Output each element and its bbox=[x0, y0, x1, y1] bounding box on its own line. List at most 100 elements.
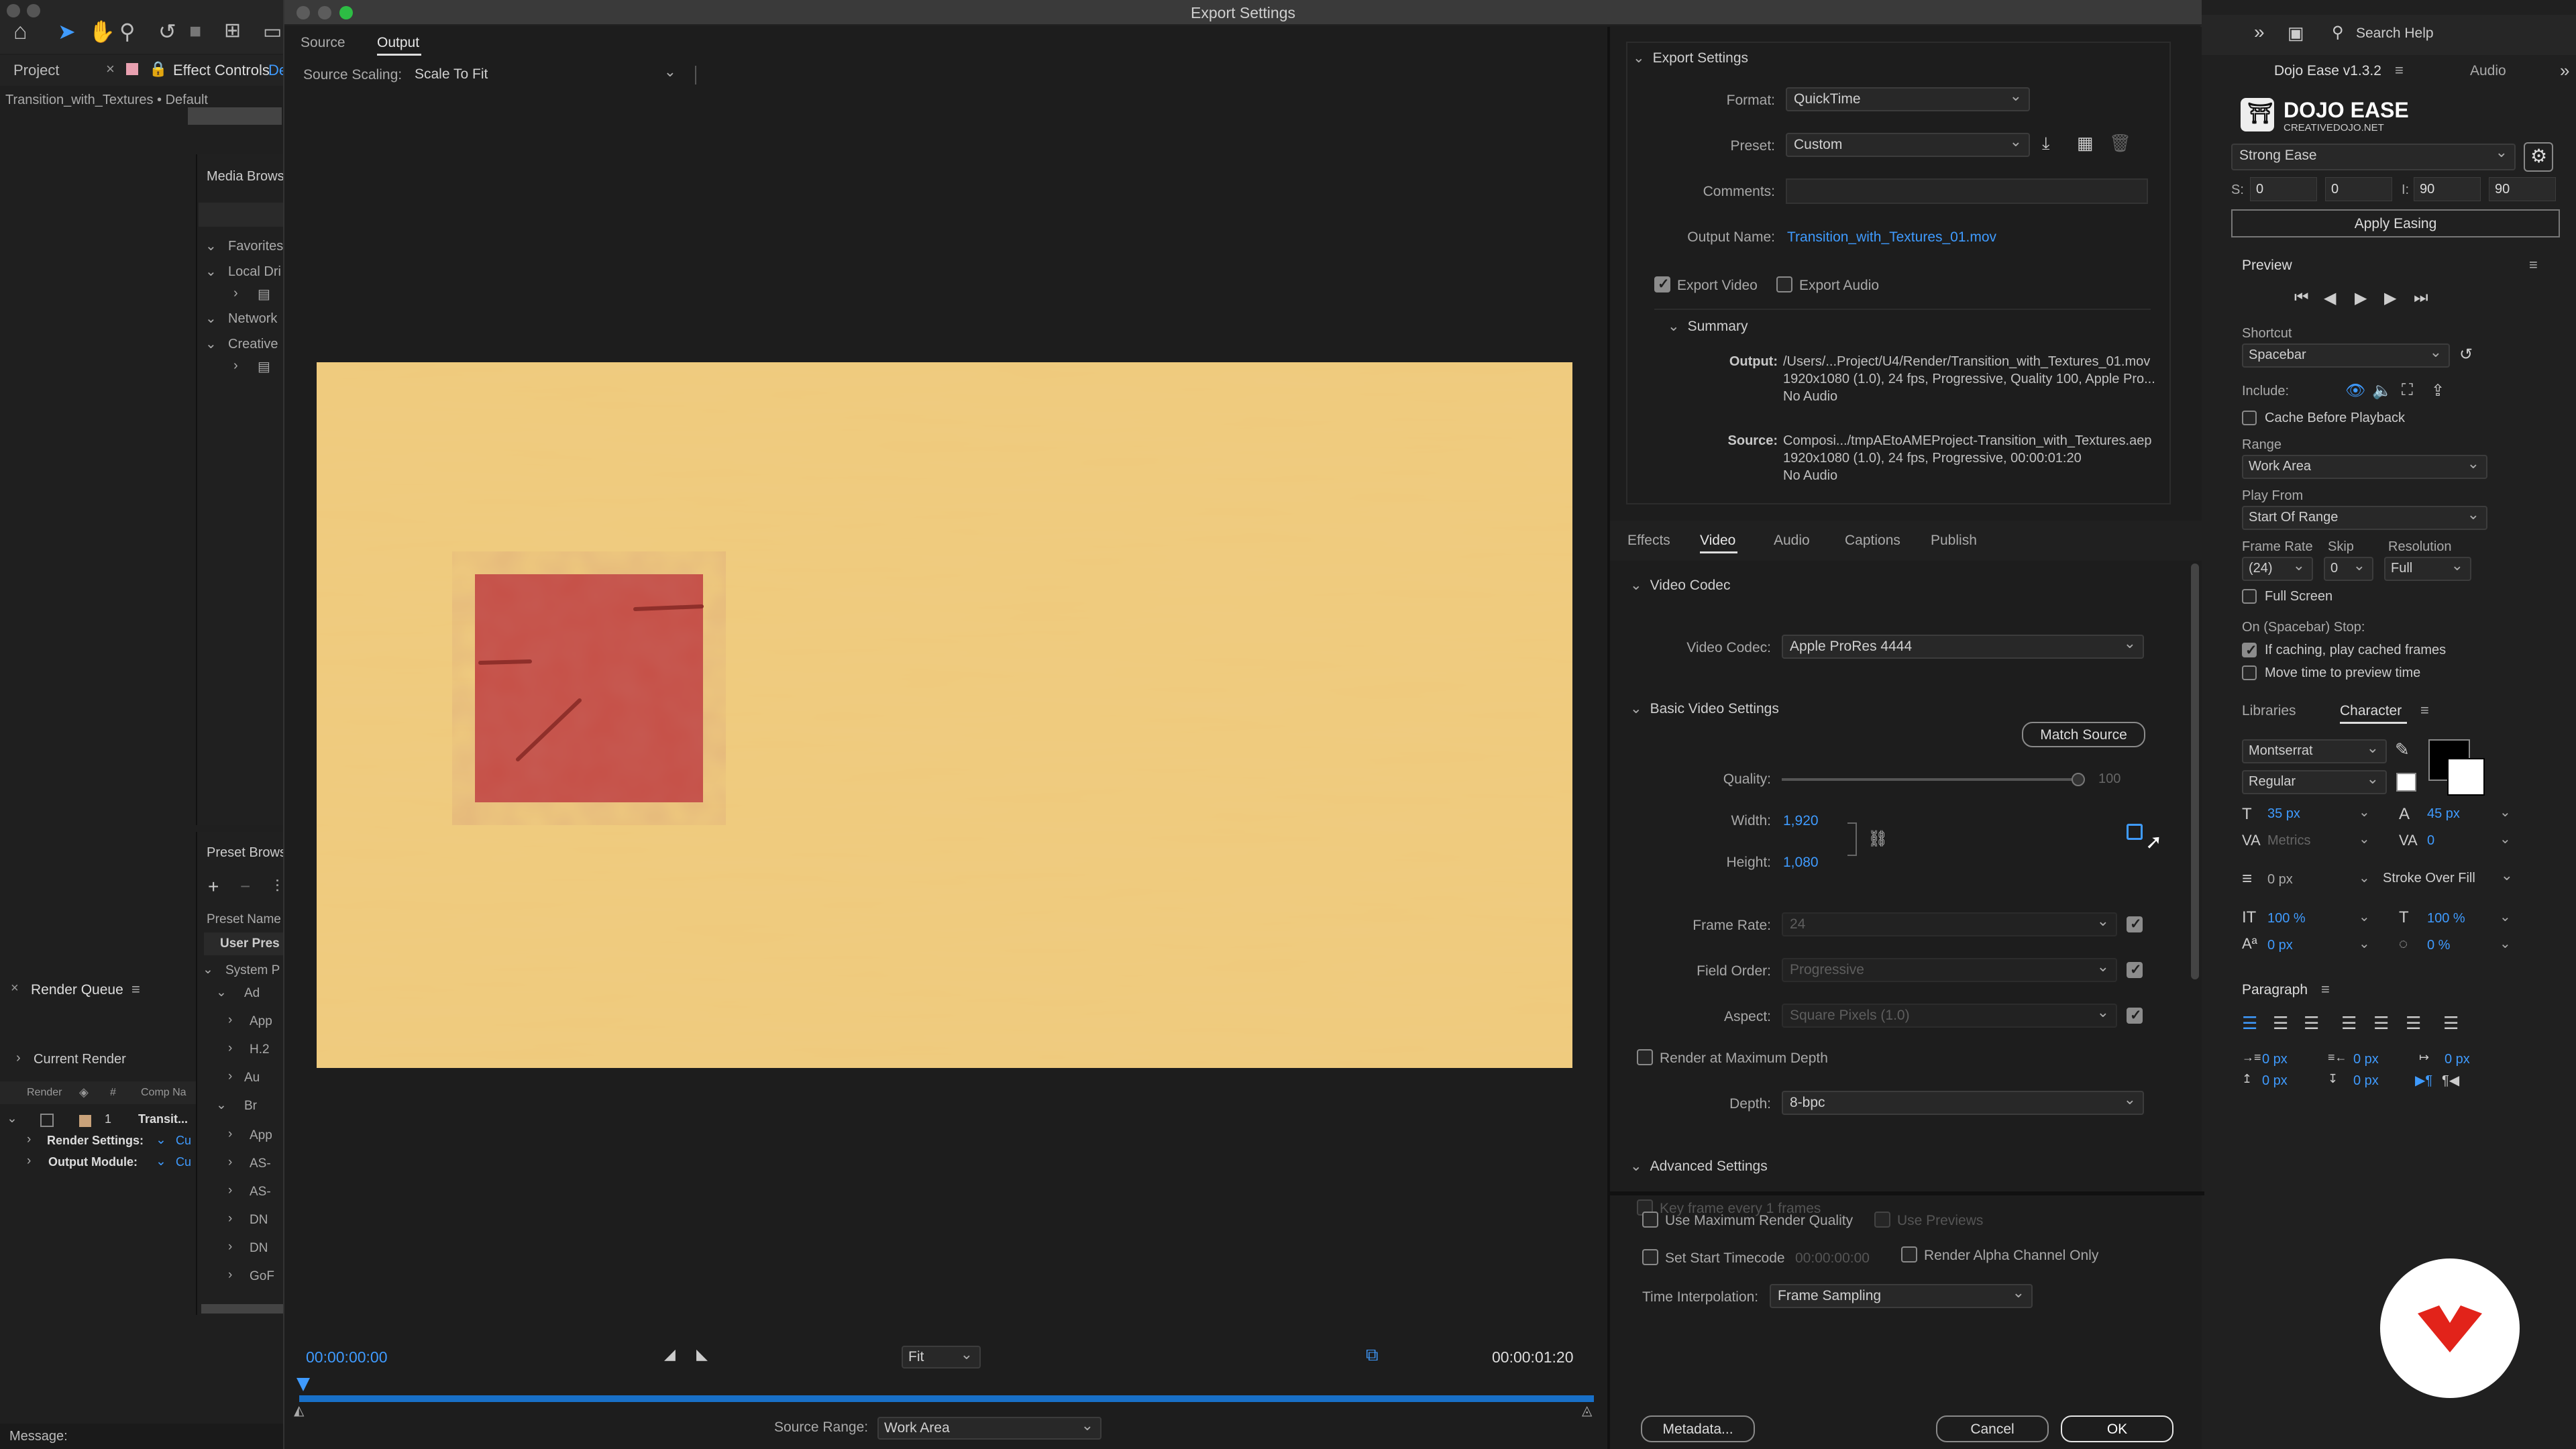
preset-row[interactable]: H.2 bbox=[250, 1042, 270, 1057]
match-source-button[interactable]: Match Source bbox=[2022, 722, 2145, 747]
media-browser-title[interactable]: Media Brows bbox=[207, 169, 284, 184]
favorites-item[interactable]: Favorites bbox=[228, 239, 283, 254]
system-presets-row[interactable]: System P bbox=[225, 963, 280, 978]
preset-row[interactable]: DN bbox=[250, 1213, 268, 1228]
chevron-down-icon[interactable]: ⌄ bbox=[205, 335, 217, 352]
dojo-ease-tab[interactable]: Dojo Ease v1.3.2 bbox=[2274, 63, 2381, 79]
chevron-down-icon[interactable]: ⌄ bbox=[156, 1154, 166, 1169]
preset-row[interactable]: App bbox=[250, 1014, 272, 1029]
chevron-down-icon[interactable]: ⌄ bbox=[216, 985, 227, 1000]
range-dropdown[interactable]: Work Area bbox=[2242, 455, 2487, 479]
apply-easing-button[interactable]: Apply Easing bbox=[2231, 209, 2560, 237]
effect-controls-tab[interactable]: Effect Controls bbox=[173, 62, 270, 79]
justify-right-icon[interactable]: ☰ bbox=[2406, 1013, 2421, 1034]
quality-value[interactable]: 100 bbox=[2098, 771, 2121, 787]
expand-icon[interactable]: » bbox=[2254, 21, 2265, 43]
save-preset-icon[interactable]: ⤓ bbox=[2042, 133, 2050, 154]
project-tab[interactable]: Project bbox=[13, 62, 59, 79]
render-checkbox[interactable] bbox=[40, 1114, 54, 1127]
zoom-fit-dropdown[interactable]: Fit bbox=[902, 1346, 981, 1368]
time-interpolation-dropdown[interactable]: Frame Sampling bbox=[1770, 1284, 2033, 1308]
chevron-right-icon[interactable]: › bbox=[228, 1041, 232, 1056]
chevron-down-icon[interactable]: ⌄ bbox=[156, 1132, 166, 1148]
ease-preset-dropdown[interactable]: Strong Ease bbox=[2231, 144, 2516, 170]
font-style-dropdown[interactable]: Regular bbox=[2242, 770, 2387, 794]
cache-before-playback-checkbox[interactable] bbox=[2242, 411, 2257, 425]
stroke-type-dropdown[interactable]: Stroke Over Fill bbox=[2377, 868, 2520, 892]
chevron-down-icon[interactable]: ⌄ bbox=[7, 1111, 17, 1126]
resize-checkbox[interactable] bbox=[2127, 824, 2143, 840]
frame-rate-dropdown[interactable]: (24) bbox=[2242, 557, 2313, 581]
chevron-down-icon[interactable]: ⌄ bbox=[2500, 830, 2511, 847]
zoom-tool-icon[interactable]: ⚲ bbox=[119, 19, 135, 44]
ltr-direction-icon[interactable]: ▶¶ bbox=[2415, 1072, 2432, 1089]
s1-field[interactable]: 0 bbox=[2250, 177, 2317, 201]
tsume-value[interactable]: 0 % bbox=[2427, 938, 2450, 953]
current-timecode[interactable]: 00:00:00:00 bbox=[306, 1348, 388, 1366]
panel-expand-icon[interactable]: » bbox=[2560, 60, 2569, 81]
chevron-down-icon[interactable]: ⌄ bbox=[2500, 908, 2511, 925]
window-min-dot[interactable] bbox=[27, 4, 40, 17]
vertical-scale-value[interactable]: 100 % bbox=[2267, 911, 2306, 926]
libraries-tab[interactable]: Libraries bbox=[2242, 703, 2296, 719]
space-before-value[interactable]: 0 px bbox=[2262, 1073, 2288, 1089]
chevron-down-icon[interactable]: ⌄ bbox=[2500, 935, 2511, 952]
panel-menu-icon[interactable]: ≡ bbox=[131, 981, 140, 998]
indent-right-value[interactable]: 0 px bbox=[2353, 1052, 2379, 1067]
tracking-value[interactable]: 0 bbox=[2427, 833, 2434, 849]
white-swatch[interactable] bbox=[2396, 773, 2416, 792]
out-point-marker[interactable]: ◬ bbox=[1582, 1402, 1592, 1419]
creative-item[interactable]: Creative bbox=[228, 337, 278, 352]
font-family-dropdown[interactable]: Montserrat bbox=[2242, 739, 2387, 763]
skip-dropdown[interactable]: 0 bbox=[2324, 557, 2373, 581]
output-name-link[interactable]: Transition_with_Textures_01.mov bbox=[1787, 229, 1996, 246]
close-tab-icon[interactable]: × bbox=[106, 60, 115, 78]
publish-tab[interactable]: Publish bbox=[1931, 533, 1977, 549]
network-item[interactable]: Network bbox=[228, 311, 277, 327]
align-right-icon[interactable]: ☰ bbox=[2304, 1013, 2319, 1034]
dojo-settings-button[interactable]: ⚙ bbox=[2524, 142, 2553, 172]
depth-dropdown[interactable]: 8-bpc bbox=[1782, 1091, 2144, 1115]
preset-row[interactable]: AS- bbox=[250, 1157, 271, 1171]
settings-scrollbar[interactable] bbox=[2191, 564, 2199, 979]
justify-all-icon[interactable]: ☰ bbox=[2443, 1013, 2459, 1034]
hand-tool-icon[interactable]: ✋ bbox=[89, 19, 115, 44]
chevron-down-icon[interactable]: ⌄ bbox=[203, 962, 213, 977]
character-tab[interactable]: Character bbox=[2340, 703, 2402, 719]
justify-left-icon[interactable]: ☰ bbox=[2341, 1013, 2357, 1034]
metadata-button[interactable]: Metadata... bbox=[1641, 1415, 1755, 1442]
preset-row[interactable]: DN bbox=[250, 1241, 268, 1256]
media-browser-search[interactable] bbox=[199, 203, 290, 227]
next-frame-icon[interactable]: ▶ bbox=[2384, 288, 2396, 308]
include-overlays-icon[interactable]: ⛶ bbox=[2402, 381, 2413, 400]
export-video-checkbox[interactable] bbox=[1654, 276, 1670, 292]
resolution-dropdown[interactable]: Full bbox=[2384, 557, 2471, 581]
export-audio-checkbox[interactable] bbox=[1776, 276, 1792, 292]
camera-tool-icon[interactable]: ■ bbox=[189, 20, 201, 43]
preset-row[interactable]: App bbox=[250, 1128, 272, 1143]
chevron-right-icon[interactable]: › bbox=[228, 1069, 232, 1084]
preset-row[interactable]: Ad bbox=[244, 986, 260, 1001]
audio-tab[interactable]: Audio bbox=[1774, 533, 1810, 549]
frame-rate-dropdown[interactable]: 24 bbox=[1782, 912, 2117, 936]
chevron-down-icon[interactable]: ⌄ bbox=[2359, 869, 2370, 886]
stroke-width-value[interactable]: 0 px bbox=[2267, 872, 2293, 888]
summary-header[interactable]: Summary bbox=[1668, 318, 1748, 335]
add-preset-icon[interactable]: + bbox=[208, 876, 219, 898]
chevron-down-icon[interactable]: ⌄ bbox=[2500, 804, 2511, 820]
space-after-value[interactable]: 0 px bbox=[2353, 1073, 2379, 1089]
window-close-dot[interactable] bbox=[7, 4, 20, 17]
local-drives-item[interactable]: Local Dri bbox=[228, 264, 281, 280]
close-tab-icon[interactable]: × bbox=[11, 981, 19, 996]
frame-rate-match-checkbox[interactable] bbox=[2127, 916, 2143, 932]
rotate-tool-icon[interactable]: ↺ bbox=[158, 19, 176, 44]
chevron-down-icon[interactable]: ⌄ bbox=[205, 310, 217, 327]
render-settings-value[interactable]: Cu bbox=[176, 1134, 191, 1148]
quality-slider-track[interactable] bbox=[1782, 778, 2077, 781]
leading-value[interactable]: 45 px bbox=[2427, 806, 2460, 822]
i2-field[interactable]: 90 bbox=[2489, 177, 2556, 201]
include-video-icon[interactable]: 👁 bbox=[2345, 381, 2365, 400]
field-order-match-checkbox[interactable] bbox=[2127, 961, 2143, 978]
reset-shortcut-icon[interactable]: ↺ bbox=[2459, 345, 2473, 364]
video-tab[interactable]: Video bbox=[1700, 533, 1735, 549]
